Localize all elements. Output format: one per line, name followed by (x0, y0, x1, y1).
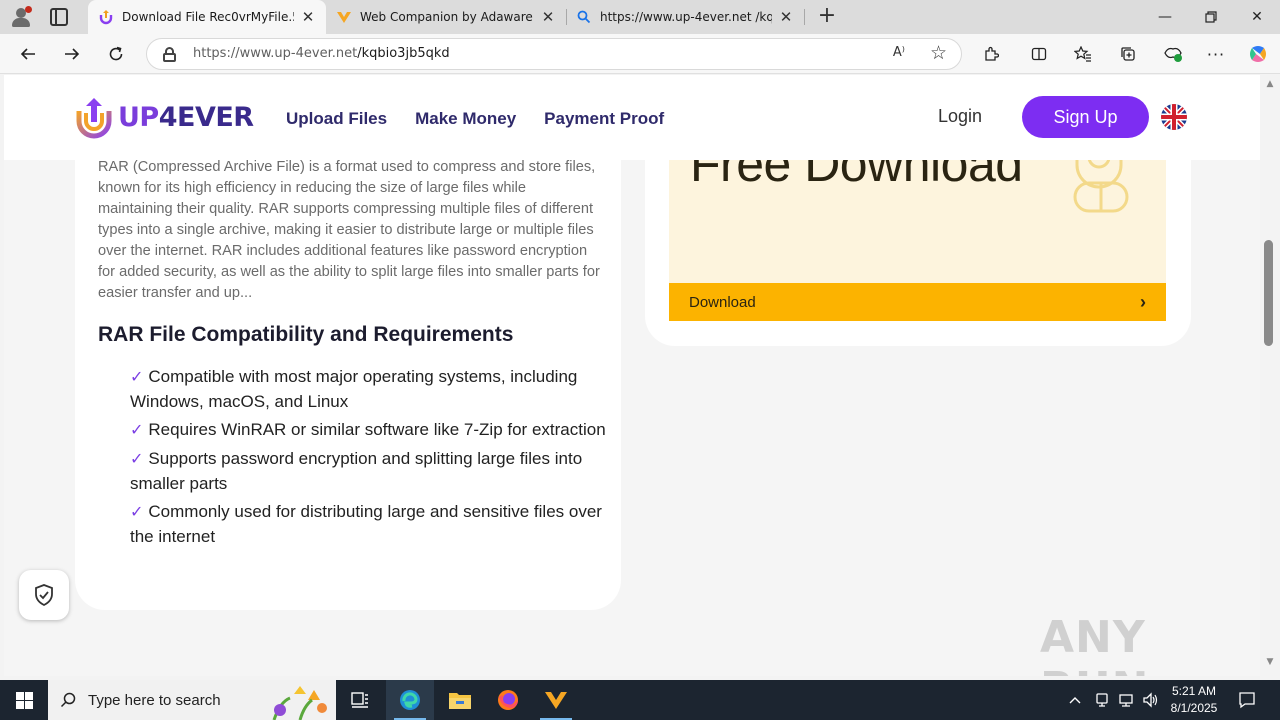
taskbar-search-placeholder: Type here to search (88, 691, 221, 709)
privacy-shield-button[interactable] (19, 570, 69, 620)
extensions-icon[interactable] (977, 40, 1005, 68)
nav-upload-files[interactable]: Upload Files (286, 109, 387, 129)
tab-separator (804, 9, 805, 25)
sign-up-button[interactable]: Sign Up (1022, 96, 1149, 138)
tab-strip: Download File Rec0vrMyFile.5.2_s ✕ Web C… (0, 0, 1280, 34)
taskbar-clock[interactable]: 5:21 AM 8/1/2025 (1162, 683, 1226, 717)
download-button[interactable]: Download › (669, 283, 1166, 321)
taskbar-edge-icon[interactable] (386, 680, 434, 720)
lock-icon[interactable] (163, 47, 176, 62)
logo-text-ever: 4EVER (158, 101, 254, 133)
page-viewport: RAR (Compressed Archive File) is a forma… (4, 75, 1260, 676)
refresh-button[interactable] (102, 40, 130, 68)
tab-close-icon[interactable]: ✕ (300, 8, 316, 26)
requirements-title: RAR File Compatibility and Requirements (98, 323, 514, 346)
main-nav: Upload Files Make Money Payment Proof (286, 109, 664, 129)
site-header: UP4EVER Upload Files Make Money Payment … (4, 75, 1260, 160)
clock-date: 8/1/2025 (1170, 701, 1218, 715)
search-icon (576, 9, 592, 25)
profile-icon[interactable] (10, 6, 32, 28)
nav-make-money[interactable]: Make Money (415, 109, 516, 129)
new-tab-button[interactable]: + (814, 3, 840, 29)
page-scrollbar[interactable]: ▲ ▼ (1260, 75, 1280, 676)
list-item: ✓ Commonly used for distributing large an… (130, 500, 608, 549)
tab-close-icon[interactable]: ✕ (778, 8, 794, 26)
browser-toolbar: https://www.up-4ever.net/kqbio3jb5qkd A⁾… (0, 34, 1280, 74)
close-window-button[interactable]: ✕ (1234, 0, 1280, 34)
requirements-list: ✓ Compatible with most major operating sy… (130, 365, 608, 553)
list-item: ✓ Requires WinRAR or similar software lik… (130, 418, 608, 443)
check-icon: ✓ (130, 451, 144, 468)
logo-text-up: UP (118, 101, 159, 133)
tab-download-file[interactable]: Download File Rec0vrMyFile.5.2_s ✕ (88, 0, 326, 34)
restore-button[interactable] (1188, 0, 1234, 34)
uk-flag-icon[interactable] (1161, 104, 1187, 130)
taskbar-search-box[interactable]: Type here to search (48, 680, 336, 720)
up4ever-logo[interactable]: UP4EVER (74, 95, 254, 139)
up4ever-logo-icon (76, 98, 112, 139)
taskbar-file-explorer-icon[interactable] (436, 680, 484, 720)
requirement-text: Supports password encryption and splitti… (130, 449, 583, 493)
tab-actions-icon[interactable] (50, 8, 68, 26)
shield-check-icon (35, 584, 53, 606)
url-text[interactable]: https://www.up-4ever.net/kqbio3jb5qkd (193, 46, 450, 61)
address-bar[interactable]: https://www.up-4ever.net/kqbio3jb5qkd A⁾… (146, 38, 962, 70)
split-screen-icon[interactable] (1025, 40, 1053, 68)
read-aloud-icon[interactable]: A⁾ (893, 45, 905, 60)
windows-taskbar: Type here to search 5:21 AM 8/1/2025 (0, 680, 1280, 720)
clock-time: 5:21 AM (1171, 684, 1217, 698)
tray-volume-icon[interactable] (1142, 680, 1158, 720)
file-info-card: RAR (Compressed Archive File) is a forma… (75, 135, 621, 610)
start-button[interactable] (0, 680, 48, 720)
favorites-icon[interactable] (1069, 40, 1097, 68)
logo-text: UP4EVER (118, 102, 254, 133)
collections-icon[interactable] (1114, 40, 1142, 68)
minimize-button[interactable]: — (1142, 0, 1188, 34)
tab-close-icon[interactable]: ✕ (540, 8, 556, 26)
requirement-text: Compatible with most major operating sys… (130, 367, 578, 411)
tab-title: Web Companion by Adaware - Pr (360, 10, 534, 24)
url-domain: https://www.up-4ever.net (193, 46, 358, 61)
requirement-text: Commonly used for distributing large and… (130, 502, 602, 546)
login-link[interactable]: Login (938, 106, 982, 127)
download-button-label: Download (689, 293, 756, 311)
check-icon: ✓ (130, 504, 144, 521)
scroll-down-icon[interactable]: ▼ (1264, 657, 1276, 669)
search-highlight-flowers-icon (272, 686, 327, 720)
taskbar-firefox-icon[interactable] (484, 680, 532, 720)
tab-web-companion[interactable]: Web Companion by Adaware - Pr ✕ (326, 0, 566, 34)
notifications-icon[interactable] (1238, 680, 1256, 720)
forward-button[interactable] (58, 40, 86, 68)
tray-device-icon[interactable] (1094, 680, 1110, 720)
taskbar-adaware-icon[interactable] (532, 680, 580, 720)
scrollbar-thumb[interactable] (1264, 240, 1273, 346)
list-item: ✓ Compatible with most major operating sy… (130, 365, 608, 414)
rar-description: RAR (Compressed Archive File) is a forma… (98, 159, 600, 301)
tray-show-hidden-icon[interactable] (1068, 680, 1082, 720)
back-button[interactable] (14, 40, 42, 68)
up4ever-favicon-icon (98, 9, 114, 25)
scroll-up-icon[interactable]: ▲ (1264, 79, 1276, 91)
chevron-right-icon: › (1140, 291, 1146, 312)
browser-essentials-icon[interactable] (1159, 40, 1187, 68)
tab-title: https://www.up-4ever.net /kqbio3 (600, 10, 772, 24)
nav-payment-proof[interactable]: Payment Proof (544, 109, 664, 129)
tab-up4ever-url[interactable]: https://www.up-4ever.net /kqbio3 ✕ (566, 0, 804, 34)
task-view-icon[interactable] (336, 680, 384, 720)
download-card: Free Download Download › (645, 135, 1191, 346)
adaware-favicon-icon (336, 9, 352, 25)
favorite-star-icon[interactable]: ☆ (930, 42, 947, 64)
url-path: /kqbio3jb5qkd (357, 46, 450, 61)
check-icon: ✓ (130, 422, 144, 439)
requirement-text: Requires WinRAR or similar software like… (148, 420, 606, 439)
anyrun-watermark: ANY RUN (1040, 612, 1148, 676)
settings-more-icon[interactable]: ··· (1202, 40, 1230, 68)
tab-title: Download File Rec0vrMyFile.5.2_s (122, 10, 294, 24)
tray-network-icon[interactable] (1118, 680, 1134, 720)
check-icon: ✓ (130, 369, 144, 386)
list-item: ✓ Supports password encryption and splitt… (130, 447, 608, 496)
search-icon (60, 692, 76, 708)
copilot-icon[interactable] (1244, 40, 1272, 68)
